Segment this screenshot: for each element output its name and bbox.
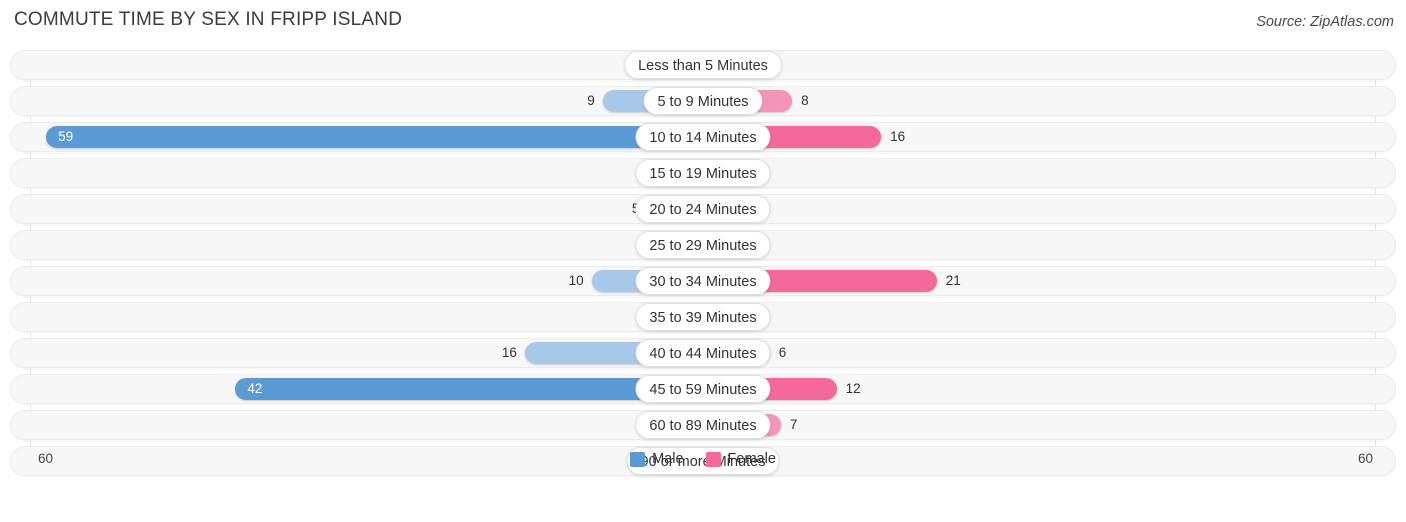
category-label: 40 to 44 Minutes [635, 339, 771, 367]
table-row[interactable]: 42 12 45 to 59 Minutes [0, 374, 1406, 404]
bar-value-male: 59 [58, 129, 74, 144]
bar-male[interactable] [46, 126, 703, 148]
bar-value-male: 10 [568, 273, 584, 288]
legend-item-female[interactable]: Female [705, 451, 776, 467]
category-label: 15 to 19 Minutes [635, 159, 771, 187]
bar-value-female: 21 [945, 273, 961, 288]
table-row[interactable]: 0425 to 29 Minutes [0, 230, 1406, 260]
bar-value-male: 42 [247, 381, 263, 396]
category-label: 10 to 14 Minutes [635, 123, 771, 151]
table-row[interactable]: 10 21 30 to 34 Minutes [0, 266, 1406, 296]
table-row[interactable]: 16 6 40 to 44 Minutes [0, 338, 1406, 368]
page-title: COMMUTE TIME BY SEX IN FRIPP ISLAND [14, 9, 403, 30]
legend-swatch-female-icon [705, 451, 721, 467]
table-row[interactable]: 0035 to 39 Minutes [0, 302, 1406, 332]
category-label: 5 to 9 Minutes [643, 87, 763, 115]
table-row[interactable]: 44Less than 5 Minutes [0, 50, 1406, 80]
category-label: 30 to 34 Minutes [635, 267, 771, 295]
source-attribution: Source: ZipAtlas.com [1256, 14, 1394, 30]
table-row[interactable]: 4015 to 19 Minutes [0, 158, 1406, 188]
legend-swatch-male-icon [630, 451, 646, 467]
category-label: 35 to 39 Minutes [635, 303, 771, 331]
category-label: 25 to 29 Minutes [635, 231, 771, 259]
category-label: 45 to 59 Minutes [635, 375, 771, 403]
bar-value-female: 16 [890, 129, 906, 144]
table-row[interactable]: 5420 to 24 Minutes [0, 194, 1406, 224]
plot-area: 44Less than 5 Minutes 9 8 5 to 9 Minutes 59 1… [0, 50, 1406, 482]
legend-label-male: Male [652, 451, 684, 467]
bar-value-female: 12 [845, 381, 861, 396]
bar-value-male: 16 [501, 345, 517, 360]
commute-time-chart: COMMUTE TIME BY SEX IN FRIPP ISLAND Sour… [0, 0, 1406, 522]
bar-value-female: 8 [801, 93, 809, 108]
bar-value-male: 9 [587, 93, 595, 108]
legend: Male Female [0, 448, 1406, 470]
table-row[interactable]: 9 8 5 to 9 Minutes [0, 86, 1406, 116]
bar-value-female: 7 [789, 417, 798, 432]
category-label: 60 to 89 Minutes [635, 411, 771, 439]
bar-rows: 44Less than 5 Minutes 9 8 5 to 9 Minutes 59 1… [0, 50, 1406, 482]
category-label: 20 to 24 Minutes [635, 195, 771, 223]
category-label: Less than 5 Minutes [624, 51, 782, 79]
bar-value-female: 6 [778, 345, 787, 360]
legend-item-male[interactable]: Male [630, 451, 684, 467]
bar-male[interactable] [235, 378, 703, 400]
table-row[interactable]: 0760 to 89 Minutes [0, 410, 1406, 440]
legend-label-female: Female [727, 451, 776, 467]
table-row[interactable]: 59 16 10 to 14 Minutes [0, 122, 1406, 152]
